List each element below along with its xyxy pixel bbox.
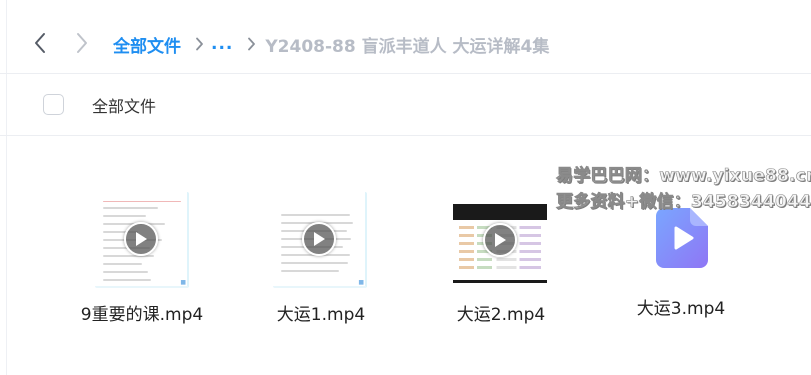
file-item[interactable]: ■ 大运1.mp4: [241, 190, 401, 326]
file-name: 大运3.mp4: [636, 299, 726, 319]
breadcrumb-root[interactable]: 全部文件: [113, 32, 181, 57]
file-item[interactable]: ■ 9重要的课.mp4: [62, 190, 222, 326]
chevron-right-icon: [195, 37, 204, 51]
breadcrumb-header: 全部文件 ... Y2408-88 盲派丰道人 大运详解4集: [0, 0, 811, 74]
forward-button[interactable]: [70, 29, 94, 57]
select-all-row: 全部文件: [0, 74, 811, 136]
chevron-right-icon: [247, 37, 256, 51]
file-name: 大运1.mp4: [276, 305, 366, 325]
play-icon: [302, 222, 336, 256]
file-name: 大运2.mp4: [456, 305, 546, 325]
file-thumbnail: ■: [95, 192, 189, 288]
corner-mark-icon: ■: [358, 279, 364, 286]
breadcrumb: 全部文件 ... Y2408-88 盲派丰道人 大运详解4集: [113, 31, 549, 57]
file-name: 9重要的课.mp4: [80, 305, 204, 325]
play-icon: [124, 222, 158, 256]
chevron-right-icon: [77, 33, 87, 53]
chevron-left-icon: [35, 33, 45, 53]
breadcrumb-current: Y2408-88 盲派丰道人 大运详解4集: [265, 36, 550, 57]
watermark-line-2: 更多资料+微信：3458344044: [556, 192, 811, 213]
back-button[interactable]: [28, 29, 52, 57]
select-all-checkbox[interactable]: [43, 94, 64, 115]
file-thumbnail: [453, 192, 547, 288]
watermark: 易学巴巴网：www.yixue88.cn 更多资料+微信：3458344044: [556, 163, 811, 215]
select-all-label: 全部文件: [92, 97, 157, 116]
video-file-icon: [656, 208, 708, 268]
corner-mark-icon: ■: [180, 279, 186, 286]
breadcrumb-ellipsis[interactable]: ...: [211, 34, 233, 54]
play-icon: [483, 223, 517, 257]
watermark-line-1: 易学巴巴网：www.yixue88.cn: [556, 166, 811, 187]
file-thumbnail: ■: [273, 192, 367, 288]
